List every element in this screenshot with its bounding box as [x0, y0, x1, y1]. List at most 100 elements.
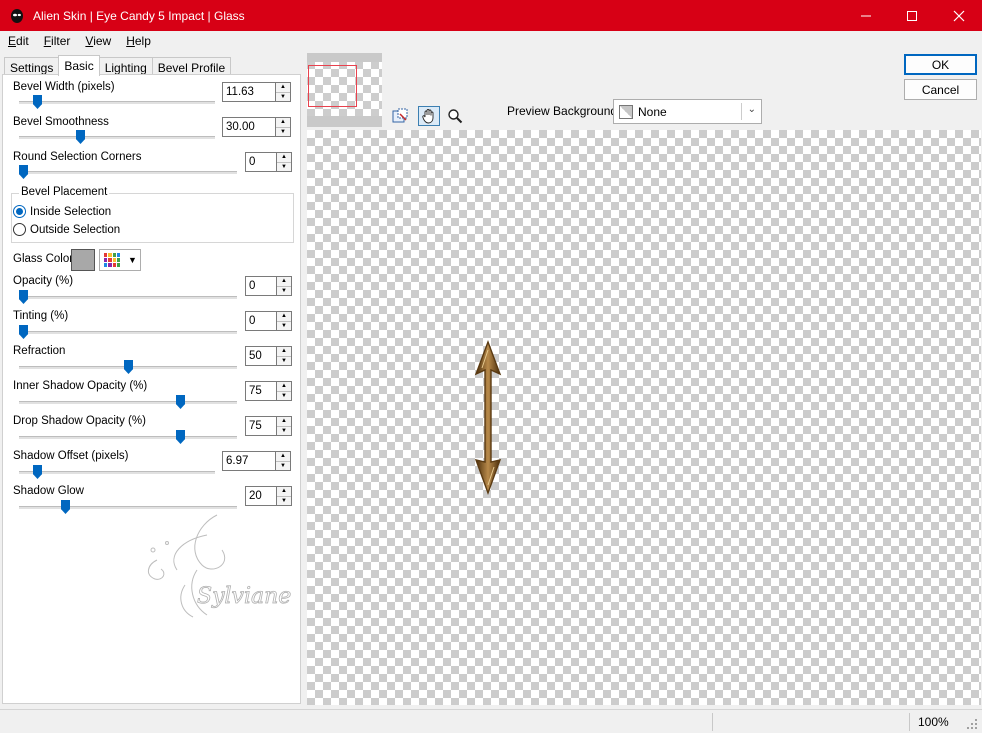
round-corners-slider-track[interactable]: [19, 171, 237, 174]
tab-strip: Settings Basic Lighting Bevel Profile: [4, 55, 232, 76]
shadow-offset-slider-track[interactable]: [19, 471, 215, 474]
navigator-viewport-frame[interactable]: [308, 65, 357, 107]
watermark-text: Sylviane: [197, 584, 291, 609]
spin-down-icon[interactable]: ▼: [277, 355, 291, 366]
menu-bar: Edit Filter View Help: [0, 31, 982, 51]
bevel-width-slider-thumb[interactable]: [33, 95, 42, 109]
radio-outside-label: Outside Selection: [30, 223, 121, 236]
menu-filter[interactable]: Filter: [36, 34, 78, 48]
drop-shadow-input[interactable]: 75: [245, 416, 277, 436]
opacity-label: Opacity (%): [13, 275, 74, 287]
inner-shadow-input[interactable]: 75: [245, 381, 277, 401]
tinting-input[interactable]: 0: [245, 311, 277, 331]
shadow-offset-spinbox: 6.97 ▲ ▼: [222, 451, 291, 471]
maximize-button[interactable]: [889, 0, 935, 31]
radio-checked-icon[interactable]: [13, 205, 26, 218]
ok-button[interactable]: OK: [904, 54, 977, 75]
shadow-offset-slider-thumb[interactable]: [33, 465, 42, 479]
opacity-spinbox: 0 ▲ ▼: [245, 276, 292, 296]
shadow-glow-spinbox: 20 ▲ ▼: [245, 486, 292, 506]
sylviane-watermark: Sylviane: [137, 505, 307, 635]
zoom-tool[interactable]: [444, 106, 466, 126]
navigator-thumbnail[interactable]: [307, 53, 382, 127]
preview-canvas[interactable]: [307, 130, 981, 705]
alien-skin-app-icon[interactable]: [9, 8, 25, 24]
bevel-smoothness-spinbox: 30.00 ▲ ▼: [222, 117, 291, 137]
refraction-label: Refraction: [13, 345, 66, 357]
spin-down-icon[interactable]: ▼: [276, 126, 290, 137]
spin-up-icon[interactable]: ▲: [277, 312, 291, 321]
tinting-slider-track[interactable]: [19, 331, 237, 334]
spin-up-icon[interactable]: ▲: [276, 452, 290, 461]
round-corners-input[interactable]: 0: [245, 152, 277, 172]
opacity-slider-thumb[interactable]: [19, 290, 28, 304]
round-corners-slider-thumb[interactable]: [19, 165, 28, 179]
menu-help[interactable]: Help: [118, 34, 158, 48]
spin-up-icon[interactable]: ▲: [277, 153, 291, 162]
shadow-offset-input[interactable]: 6.97: [222, 451, 276, 471]
cancel-button[interactable]: Cancel: [904, 79, 977, 100]
hand-icon: [422, 109, 434, 124]
bevel-smoothness-slider-thumb[interactable]: [76, 130, 85, 144]
spin-down-icon[interactable]: ▼: [277, 285, 291, 296]
tinting-slider-thumb[interactable]: [19, 325, 28, 339]
inner-shadow-spinbox: 75 ▲ ▼: [245, 381, 292, 401]
tab-basic[interactable]: Basic: [58, 55, 100, 76]
spin-down-icon[interactable]: ▼: [276, 91, 290, 102]
spin-up-icon[interactable]: ▲: [276, 118, 290, 127]
minimize-button[interactable]: [843, 0, 889, 31]
inner-shadow-slider-track[interactable]: [19, 401, 237, 404]
shadow-glow-slider-thumb[interactable]: [61, 500, 70, 514]
bevel-smoothness-label: Bevel Smoothness: [13, 116, 109, 128]
spin-down-icon[interactable]: ▼: [277, 161, 291, 172]
inner-shadow-label: Inner Shadow Opacity (%): [13, 380, 148, 392]
bevel-smoothness-input[interactable]: 30.00: [222, 117, 276, 137]
spin-down-icon[interactable]: ▼: [277, 320, 291, 331]
double-arrow-preview-object: [474, 340, 502, 496]
opacity-slider-track[interactable]: [19, 296, 237, 299]
status-bar: 100%: [0, 709, 982, 733]
inner-shadow-slider-thumb[interactable]: [176, 395, 185, 409]
close-button[interactable]: [936, 0, 982, 31]
bevel-smoothness-slider-track[interactable]: [19, 136, 215, 139]
spin-down-icon[interactable]: ▼: [277, 495, 291, 506]
window-title: Alien Skin | Eye Candy 5 Impact | Glass: [33, 8, 245, 23]
hand-tool[interactable]: [418, 106, 440, 126]
radio-outside-selection[interactable]: Outside Selection: [13, 223, 120, 236]
spin-down-icon[interactable]: ▼: [277, 390, 291, 401]
shadow-glow-label: Shadow Glow: [13, 485, 84, 497]
spin-up-icon[interactable]: ▲: [277, 347, 291, 356]
spin-down-icon[interactable]: ▼: [276, 460, 290, 471]
spin-up-icon[interactable]: ▲: [276, 83, 290, 92]
glass-color-label: Glass Color: [13, 253, 74, 265]
spin-down-icon[interactable]: ▼: [277, 425, 291, 436]
spin-up-icon[interactable]: ▲: [277, 277, 291, 286]
bevel-width-slider-track[interactable]: [19, 101, 215, 104]
shadow-glow-input[interactable]: 20: [245, 486, 277, 506]
glass-color-swatch[interactable]: [71, 249, 95, 271]
bevel-width-input[interactable]: 11.63: [222, 82, 276, 102]
menu-view[interactable]: View: [77, 34, 118, 48]
drop-shadow-slider-thumb[interactable]: [176, 430, 185, 444]
radio-unchecked-icon[interactable]: [13, 223, 26, 236]
spin-up-icon[interactable]: ▲: [277, 417, 291, 426]
color-picker-button[interactable]: ▼: [99, 249, 141, 271]
selection-preview-tool[interactable]: [390, 106, 412, 126]
radio-inside-selection[interactable]: Inside Selection: [13, 205, 111, 218]
chevron-down-icon: ⌄: [747, 104, 756, 115]
round-corners-spinbox: 0 ▲ ▼: [245, 152, 292, 172]
drop-shadow-slider-track[interactable]: [19, 436, 237, 439]
drop-shadow-spinbox: 75 ▲ ▼: [245, 416, 292, 436]
zoom-level: 100%: [918, 715, 949, 729]
refraction-input[interactable]: 50: [245, 346, 277, 366]
menu-edit[interactable]: Edit: [0, 34, 36, 48]
color-palette-icon: [104, 253, 120, 267]
refraction-slider-thumb[interactable]: [124, 360, 133, 374]
spin-up-icon[interactable]: ▲: [277, 487, 291, 496]
shadow-offset-label: Shadow Offset (pixels): [13, 450, 129, 462]
preview-background-select[interactable]: None ⌄: [613, 99, 762, 124]
opacity-input[interactable]: 0: [245, 276, 277, 296]
spin-up-icon[interactable]: ▲: [277, 382, 291, 391]
resize-grip-icon[interactable]: [966, 718, 978, 730]
bevel-width-label: Bevel Width (pixels): [13, 81, 115, 93]
